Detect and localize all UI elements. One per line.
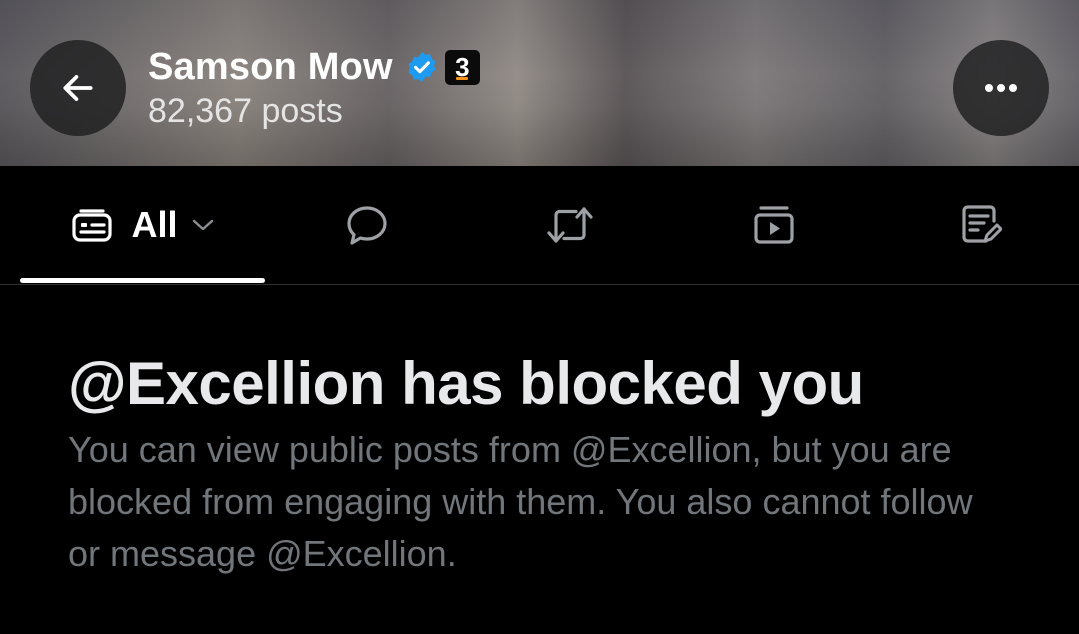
tab-reposts[interactable]	[520, 166, 620, 284]
tab-articles[interactable]	[930, 166, 1030, 284]
arrow-left-icon	[63, 75, 93, 101]
media-play-icon	[754, 206, 794, 244]
profile-tabs: All	[0, 166, 1079, 285]
blocked-description: You can view public posts from @Excellio…	[68, 429, 973, 574]
more-button[interactable]	[953, 40, 1049, 136]
profile-header: Samson Mow 3 82,367 posts	[148, 44, 480, 131]
timeline-icon	[72, 209, 113, 242]
tab-all[interactable]: All	[20, 166, 265, 284]
tab-media[interactable]	[724, 166, 824, 284]
article-edit-icon	[962, 205, 1002, 243]
tab-all-label: All	[131, 204, 178, 245]
blocked-notice: @Excellion has blocked you You can view …	[68, 350, 1008, 580]
profile-name: Samson Mow	[148, 45, 393, 88]
posts-count: 82,367 posts	[148, 92, 343, 130]
chevron-down-icon[interactable]	[192, 218, 214, 232]
affiliation-badge[interactable]: 3	[444, 49, 480, 85]
tab-replies[interactable]	[317, 166, 417, 284]
back-button[interactable]	[30, 40, 126, 136]
more-horizontal-icon	[985, 84, 1017, 92]
reply-bubble-icon	[347, 206, 387, 245]
tab-selected-indicator	[20, 278, 265, 283]
blocked-title: @Excellion has blocked you	[68, 350, 864, 417]
repost-icon	[547, 207, 593, 243]
verified-badge-icon	[408, 52, 436, 82]
